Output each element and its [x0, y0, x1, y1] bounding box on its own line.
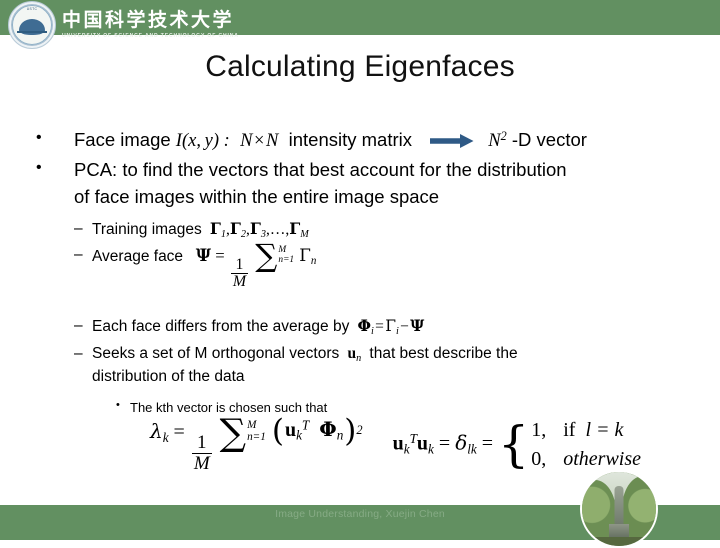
math-u-n: un	[347, 344, 362, 364]
bullet2-line2: of face images within the entire image s…	[74, 186, 440, 208]
bullet1-post-text: -D vector	[511, 129, 587, 150]
ortho-u1: u	[392, 432, 404, 455]
ortho-u2-sub: k	[428, 441, 434, 457]
bullet1-colon: :	[223, 131, 230, 151]
math-n-by-n: N × N	[240, 131, 279, 151]
subbullet-training-images: – Training images Γ1,Γ2,Γ3,…,ΓM	[26, 218, 694, 242]
summation-icon: ∑	[219, 410, 247, 454]
formula-phi: Φ	[319, 417, 337, 442]
formula-delta-sub: lk	[467, 441, 477, 457]
subbullet2-label: Average face	[92, 247, 184, 265]
university-logo: USTC 中国科学技术大学 UNIVERSITY OF SCIENCE AND …	[8, 0, 239, 50]
math-image-function: I(x, y)	[175, 131, 224, 151]
formula-u-bold: u	[284, 419, 297, 442]
left-brace-icon: {	[498, 416, 530, 474]
math-training-set: Γ1,Γ2,Γ3,…,ΓM	[209, 218, 309, 240]
math-average-face: Ψ = 1 M ∑ Mn=1 Γn	[195, 238, 317, 291]
seal-arc-text: USTC	[26, 7, 38, 11]
bullet-pca: • PCA: to find the vectors that best acc…	[26, 156, 694, 210]
formula-sum-lower: n=1	[247, 431, 266, 444]
formula-power: 2	[356, 423, 363, 438]
bullet-dot-icon: •	[36, 159, 42, 177]
logo-english-name: UNIVERSITY OF SCIENCE AND TECHNOLOGY OF …	[62, 32, 239, 39]
formula-denominator-M: M	[191, 452, 212, 474]
close-paren-icon: )	[344, 412, 357, 449]
formula-lambda-definition: λk = 1 M ∑ M n=1 ( ukT Φn ) 2	[150, 410, 363, 474]
subbullet-orthogonal-vectors: – Seeks a set of M orthogonal vectors un…	[26, 343, 694, 388]
formula-numerator-one: 1	[196, 431, 207, 453]
formula-u-sup: T	[301, 417, 310, 433]
case2-value: 0,	[531, 448, 547, 470]
case1-expression: l = k	[585, 419, 624, 441]
subbullet3-label: Each face differs from the average by	[92, 318, 350, 336]
formula-lambda-sub: k	[162, 430, 169, 446]
bullet-dot-icon: •	[116, 399, 120, 412]
logo-text-block: 中国科学技术大学 UNIVERSITY OF SCIENCE AND TECHN…	[62, 8, 239, 39]
subbullet4-line1a: Seeks a set of M orthogonal vectors	[92, 344, 340, 362]
dash-icon: –	[74, 245, 83, 263]
photo-statue	[614, 486, 624, 526]
formula-delta: δ	[455, 430, 468, 455]
subbullet1-label: Training images	[92, 220, 202, 238]
math-n-squared: N2	[488, 128, 507, 151]
case1-value: 1,	[531, 419, 547, 441]
formula-orthonormality: ukTuk = δlk = { 1, if l = k 0, otherwise	[393, 416, 641, 474]
eigenvalue-formula-row: λk = 1 M ∑ M n=1 ( ukT Φn ) 2 ukTuk = δl…	[150, 410, 641, 474]
slide-title: Calculating Eigenfaces	[205, 50, 515, 83]
ortho-equals-2: =	[481, 432, 494, 455]
ortho-u2: u	[416, 432, 429, 455]
subbullet4-line1b: that best describe the	[369, 344, 518, 362]
case1-condition: if	[563, 419, 576, 441]
bullet-dot-icon: •	[36, 129, 42, 146]
formula-equals: =	[173, 421, 185, 444]
bullet1-mid-text: intensity matrix	[288, 129, 412, 150]
logo-chinese-name: 中国科学技术大学	[62, 8, 235, 31]
open-paren-icon: (	[271, 412, 284, 449]
subbullet-average-face: – Average face Ψ = 1 M ∑ Mn=1 Γn	[26, 238, 694, 291]
bullet-face-image: • Face image I(x, y) : N × N intensity m…	[26, 126, 694, 155]
math-phi-definition: Φi = Γi − Ψ	[357, 316, 425, 338]
dash-icon: –	[74, 344, 83, 362]
slide-content: • Face image I(x, y) : N × N intensity m…	[26, 126, 694, 417]
case2-condition: otherwise	[563, 448, 642, 470]
dash-icon: –	[74, 317, 83, 335]
ustc-seal-icon: USTC	[8, 1, 56, 49]
photo-ground	[582, 537, 656, 546]
subbullet4-line2: distribution of the data	[92, 368, 245, 386]
arrow-right-icon	[430, 134, 474, 149]
ortho-u1-sup: T	[409, 431, 417, 446]
bullet1-pre-text: Face image	[74, 129, 171, 150]
formula-lambda-symbol: λ	[150, 419, 163, 444]
footer-credit: Image Understanding, Xuejin Chen	[275, 508, 445, 520]
formula-phi-sub: n	[336, 428, 344, 444]
ortho-equals-1: =	[438, 432, 451, 455]
bullet2-line1: PCA: to find the vectors that best accou…	[74, 159, 567, 181]
subbullet-kth-vector: • The kth vector is chosen such that	[26, 399, 694, 417]
subbullet-face-differs: – Each face differs from the average by …	[26, 315, 694, 339]
dash-icon: –	[74, 219, 83, 237]
